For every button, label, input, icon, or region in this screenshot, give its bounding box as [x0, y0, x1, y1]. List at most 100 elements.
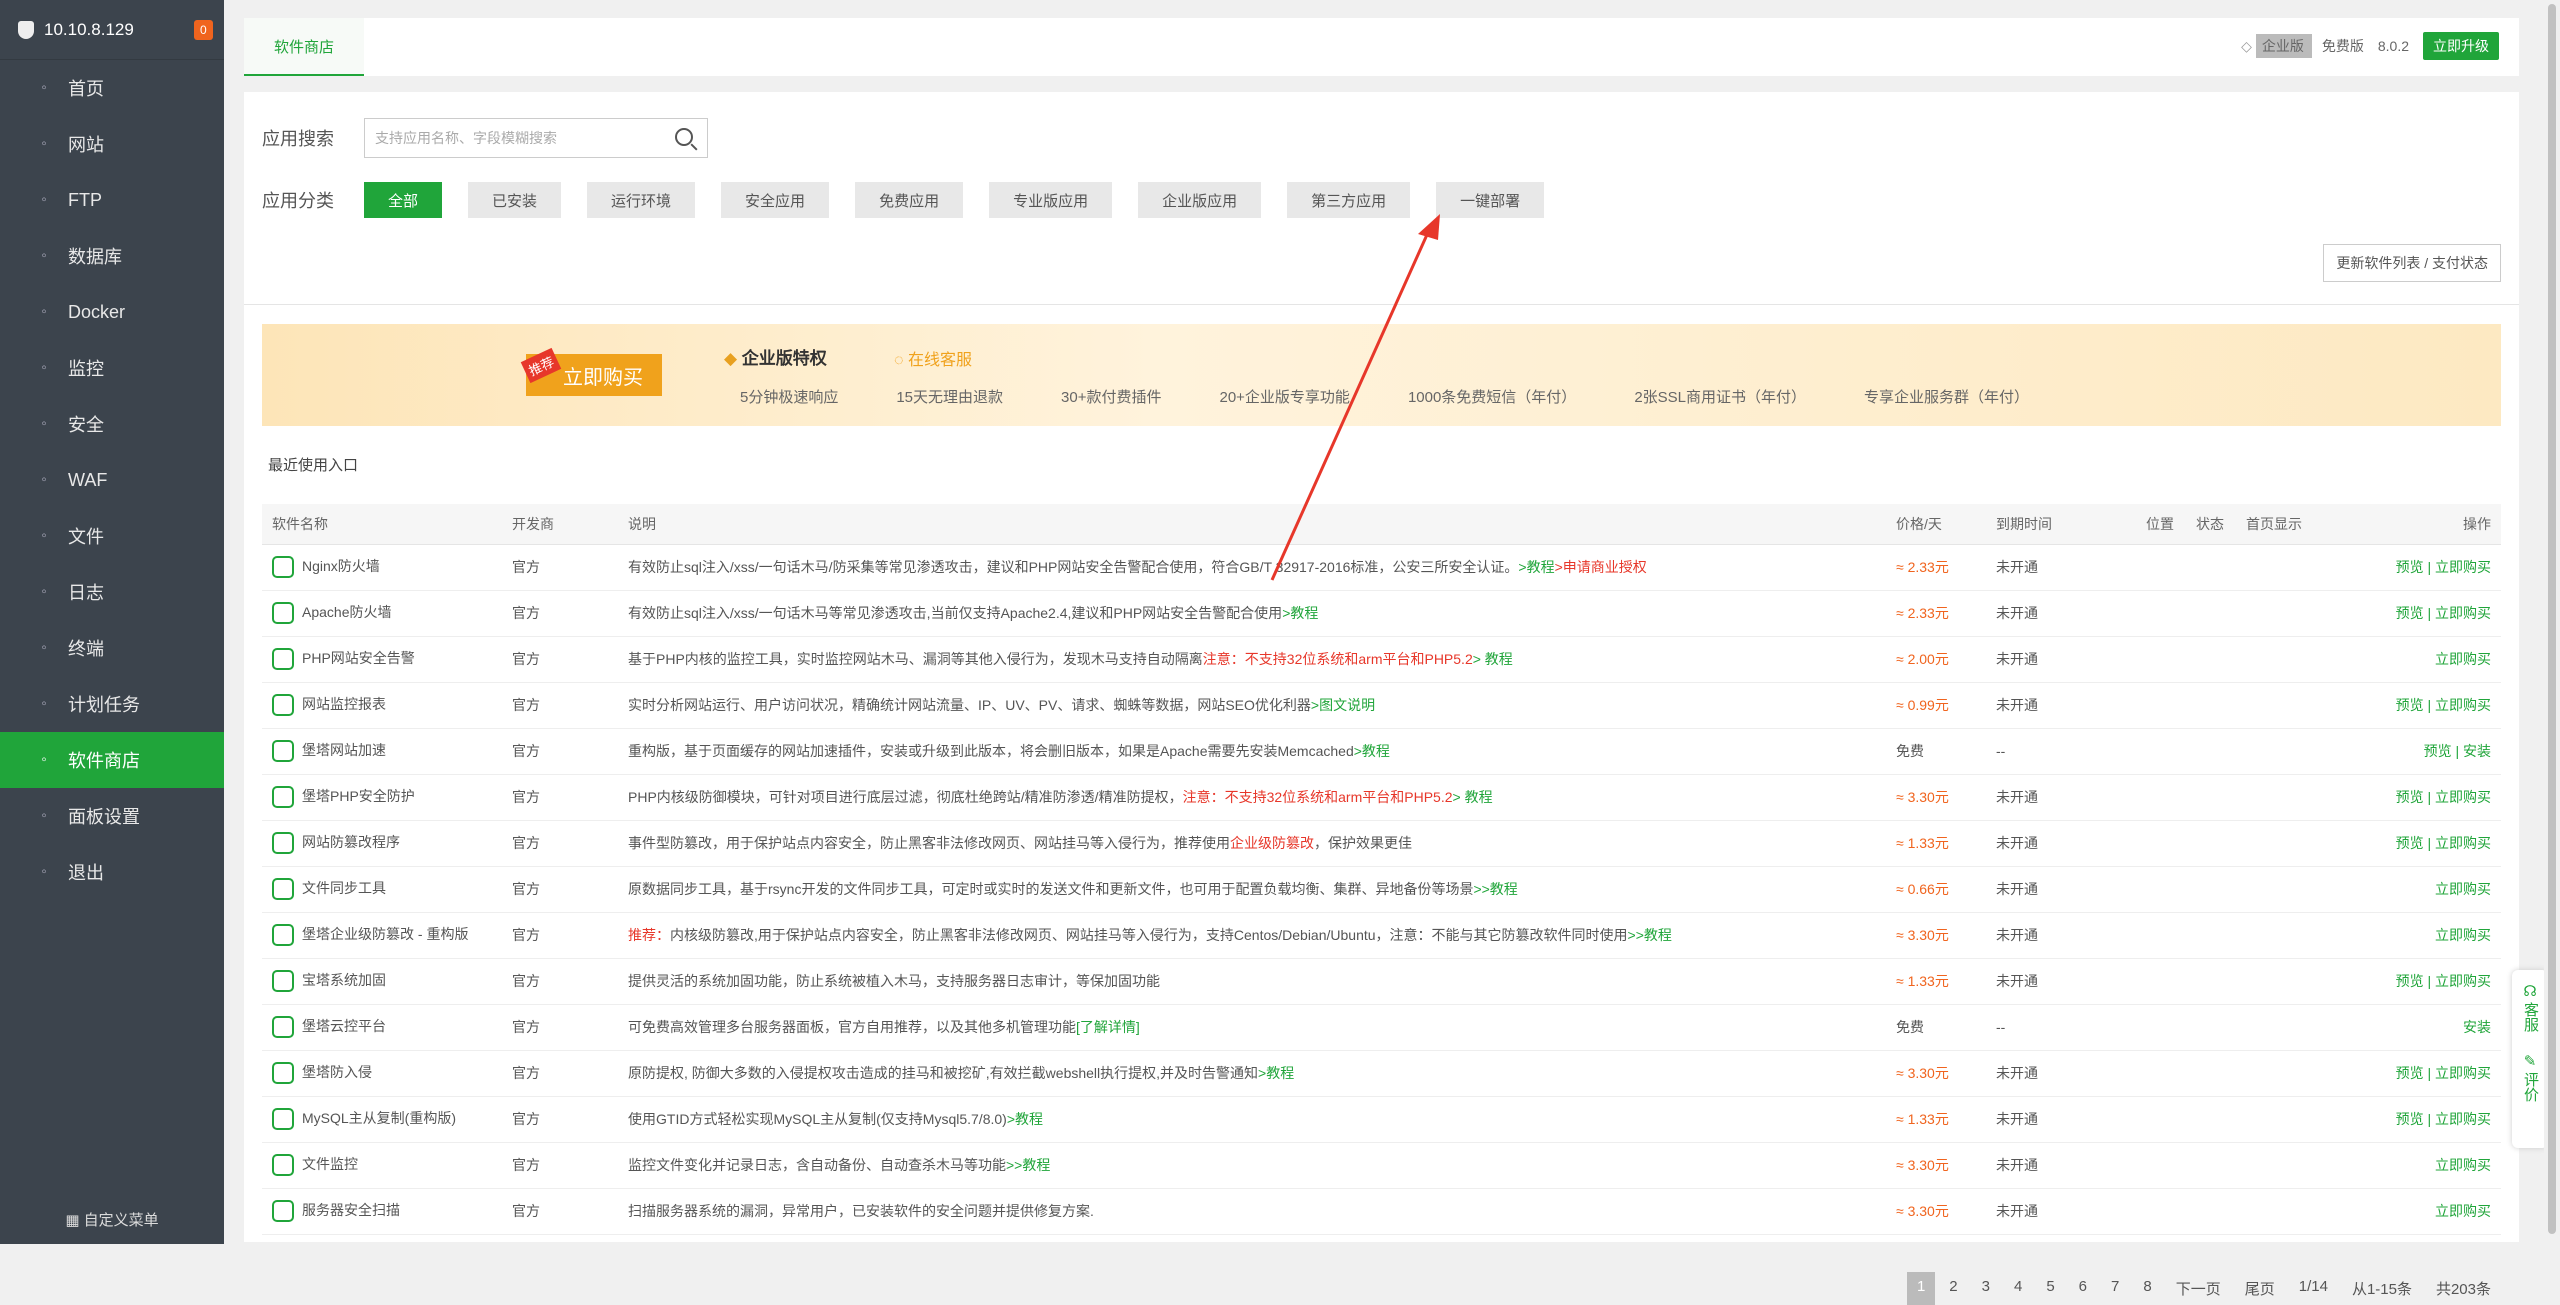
rate-button[interactable]: ✎ 评价 — [2512, 1052, 2548, 1108]
table-row[interactable]: 文件监控 官方 监控文件变化并记录日志，含自动备份、自动查杀木马等功能>>教程 ≈ 3… — [262, 1142, 2501, 1189]
sidebar-item-12[interactable]: ◦ 软件商店 — [0, 732, 224, 788]
table-row[interactable]: Apache防火墙 官方 有效防止sql注入/xss/一句话木马等常见渗透攻击,当前… — [262, 590, 2501, 637]
notification-badge[interactable]: 0 — [194, 20, 213, 40]
page-3[interactable]: 3 — [1972, 1272, 2000, 1305]
operations-cell[interactable]: 预览 | 立即购买 — [2376, 958, 2501, 1005]
tutorial-link[interactable]: [了解详情] — [1076, 1019, 1140, 1035]
page-8[interactable]: 8 — [2133, 1272, 2161, 1305]
sidebar-item-3[interactable]: ◦ 数据库 — [0, 228, 224, 284]
enterprise-badge[interactable]: 企业版 — [2255, 34, 2312, 58]
tutorial-link[interactable]: > 教程 — [1473, 651, 1513, 667]
operations-cell[interactable]: 立即购买 — [2376, 1142, 2501, 1189]
tutorial-link[interactable]: >教程 — [1258, 1065, 1294, 1081]
scrollbar-thumb[interactable] — [2548, 4, 2556, 1234]
operation-links[interactable]: 预览 | 安装 — [2424, 743, 2491, 759]
table-row[interactable]: 堡塔网站加速 官方 重构版，基于页面缓存的网站加速插件，安装或升级到此版本，将会删旧… — [262, 728, 2501, 775]
sidebar-item-13[interactable]: ◦ 面板设置 — [0, 788, 224, 844]
custom-menu-button[interactable]: ▦ 自定义菜单 — [0, 1209, 224, 1230]
scrollbar[interactable] — [2544, 0, 2560, 1244]
category-4[interactable]: 免费应用 — [855, 182, 964, 218]
service-button[interactable]: ☊ 客服 — [2512, 982, 2548, 1038]
table-row[interactable]: 文件同步工具 官方 原数据同步工具，基于rsync开发的文件同步工具，可定时或实时的… — [262, 866, 2501, 913]
sidebar-item-1[interactable]: ◦ 网站 — [0, 116, 224, 172]
table-row[interactable]: MySQL主从复制(重构版) 官方 使用GTID方式轻松实现MySQL主从复制(仅支… — [262, 1096, 2501, 1143]
sidebar-item-10[interactable]: ◦ 终端 — [0, 620, 224, 676]
operations-cell[interactable]: 预览 | 立即购买 — [2376, 682, 2501, 729]
tutorial-link[interactable]: > 教程 — [1453, 789, 1493, 805]
refresh-list-button[interactable]: 更新软件列表 / 支付状态 — [2323, 244, 2501, 282]
pager-last[interactable]: 尾页 — [2235, 1272, 2285, 1305]
operation-links[interactable]: 预览 | 立即购买 — [2396, 1111, 2491, 1127]
category-1[interactable]: 已安装 — [468, 182, 562, 218]
operation-links[interactable]: 预览 | 立即购买 — [2396, 697, 2491, 713]
operations-cell[interactable]: 立即购买 — [2376, 1188, 2501, 1235]
operations-cell[interactable]: 立即购买 — [2376, 636, 2501, 683]
table-row[interactable]: 服务器安全扫描 官方 扫描服务器系统的漏洞，异常用户，已安装软件的安全问题并提供修复… — [262, 1188, 2501, 1235]
table-row[interactable]: 堡塔防入侵 官方 原防提权, 防御大多数的入侵提权攻击造成的挂马和被挖矿,有效拦截w… — [262, 1050, 2501, 1097]
sidebar-item-6[interactable]: ◦ 安全 — [0, 396, 224, 452]
category-0[interactable]: 全部 — [364, 182, 443, 218]
online-service-link[interactable]: ◌ 在线客服 — [894, 346, 972, 370]
operation-links[interactable]: 立即购买 — [2435, 1157, 2491, 1173]
operations-cell[interactable]: 预览 | 立即购买 — [2376, 820, 2501, 867]
category-7[interactable]: 第三方应用 — [1287, 182, 1411, 218]
operations-cell[interactable]: 预览 | 安装 — [2376, 728, 2501, 775]
page-6[interactable]: 6 — [2069, 1272, 2097, 1305]
page-4[interactable]: 4 — [2004, 1272, 2032, 1305]
tutorial-link[interactable]: >教程 — [1354, 743, 1390, 759]
upgrade-button[interactable]: 立即升级 — [2423, 32, 2499, 60]
operations-cell[interactable]: 立即购买 — [2376, 866, 2501, 913]
tutorial-link[interactable]: >教程 — [1518, 559, 1554, 575]
operation-links[interactable]: 立即购买 — [2435, 1203, 2491, 1219]
pager-next[interactable]: 下一页 — [2166, 1272, 2231, 1305]
sidebar-item-2[interactable]: ◦ FTP — [0, 172, 224, 228]
category-5[interactable]: 专业版应用 — [989, 182, 1113, 218]
sidebar-item-14[interactable]: ◦ 退出 — [0, 844, 224, 900]
table-row[interactable]: 网站防篡改程序 官方 事件型防篡改，用于保护站点内容安全，防止黑客非法修改网页、网站… — [262, 820, 2501, 867]
category-2[interactable]: 运行环境 — [587, 182, 696, 218]
operations-cell[interactable]: 预览 | 立即购买 — [2376, 774, 2501, 821]
search-input[interactable]: 支持应用名称、字段模糊搜索 — [364, 118, 708, 158]
operation-links[interactable]: 安装 — [2463, 1019, 2491, 1035]
sidebar-item-9[interactable]: ◦ 日志 — [0, 564, 224, 620]
operation-links[interactable]: 立即购买 — [2435, 927, 2491, 943]
operations-cell[interactable]: 预览 | 立即购买 — [2376, 1096, 2501, 1143]
operations-cell[interactable]: 预览 | 立即购买 — [2376, 544, 2501, 591]
tutorial-link[interactable]: >>教程 — [1628, 927, 1672, 943]
operation-links[interactable]: 预览 | 立即购买 — [2396, 559, 2491, 575]
search-icon[interactable] — [675, 128, 693, 146]
page-2[interactable]: 2 — [1939, 1272, 1967, 1305]
operation-links[interactable]: 立即购买 — [2435, 881, 2491, 897]
sidebar-item-4[interactable]: ◦ Docker — [0, 284, 224, 340]
tutorial-link[interactable]: >教程 — [1007, 1111, 1043, 1127]
operations-cell[interactable]: 预览 | 立即购买 — [2376, 1050, 2501, 1097]
operation-links[interactable]: 预览 | 立即购买 — [2396, 605, 2491, 621]
table-row[interactable]: 堡塔PHP安全防护 官方 PHP内核级防御模块，可针对项目进行底层过滤，彻底杜绝跨站… — [262, 774, 2501, 821]
operation-links[interactable]: 预览 | 立即购买 — [2396, 973, 2491, 989]
table-row[interactable]: 堡塔云控平台 官方 可免费高效管理多台服务器面板，官方自用推荐，以及其他多机管理功能… — [262, 1004, 2501, 1051]
table-row[interactable]: 堡塔企业级防篡改 - 重构版 官方 推荐：内核级防篡改,用于保护站点内容安全，防止黑… — [262, 912, 2501, 959]
category-6[interactable]: 企业版应用 — [1138, 182, 1262, 218]
operations-cell[interactable]: 预览 | 立即购买 — [2376, 590, 2501, 637]
tutorial-link[interactable]: >>教程 — [1006, 1157, 1050, 1173]
operation-links[interactable]: 立即购买 — [2435, 651, 2491, 667]
page-1[interactable]: 1 — [1906, 1272, 1936, 1305]
sidebar-item-0[interactable]: ◦ 首页 — [0, 60, 224, 116]
page-5[interactable]: 5 — [2036, 1272, 2064, 1305]
sidebar-item-11[interactable]: ◦ 计划任务 — [0, 676, 224, 732]
tab-store[interactable]: 软件商店 — [244, 18, 365, 76]
table-row[interactable]: PHP网站安全告警 官方 基于PHP内核的监控工具，实时监控网站木马、漏洞等其他入侵… — [262, 636, 2501, 683]
operations-cell[interactable]: 立即购买 — [2376, 912, 2501, 959]
operation-links[interactable]: 预览 | 立即购买 — [2396, 789, 2491, 805]
table-row[interactable]: 网站监控报表 官方 实时分析网站运行、用户访问状况，精确统计网站流量、IP、UV、P… — [262, 682, 2501, 729]
sidebar-item-5[interactable]: ◦ 监控 — [0, 340, 224, 396]
sidebar-item-8[interactable]: ◦ 文件 — [0, 508, 224, 564]
operation-links[interactable]: 预览 | 立即购买 — [2396, 1065, 2491, 1081]
table-row[interactable]: 宝塔系统加固 官方 提供灵活的系统加固功能，防止系统被植入木马，支持服务器日志审计，… — [262, 958, 2501, 1005]
tutorial-link[interactable]: >教程 — [1282, 605, 1318, 621]
sidebar-item-7[interactable]: ◦ WAF — [0, 452, 224, 508]
category-8[interactable]: 一键部署 — [1436, 182, 1545, 218]
operations-cell[interactable]: 安装 — [2376, 1004, 2501, 1051]
tutorial-link[interactable]: >>教程 — [1473, 881, 1517, 897]
tutorial-link[interactable]: >图文说明 — [1311, 697, 1375, 713]
